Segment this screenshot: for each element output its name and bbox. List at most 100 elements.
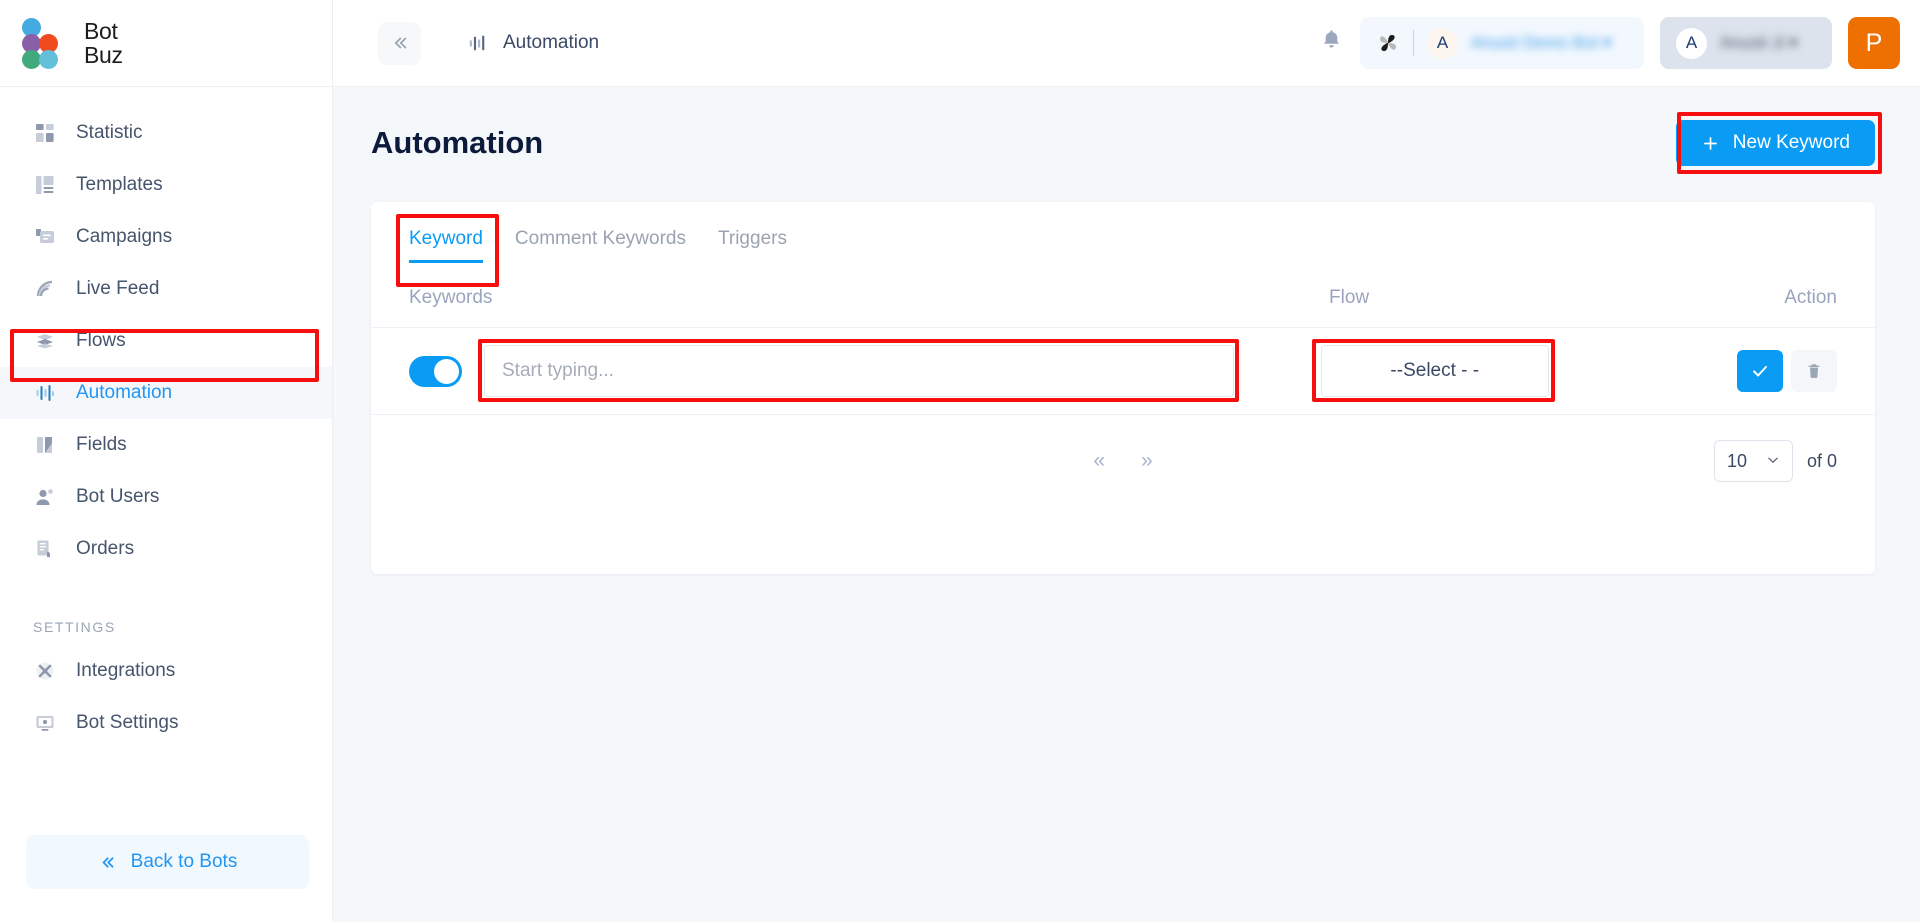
top-bar: Bot Buz Automation A Anusti Demo Bot ▾ A… bbox=[0, 0, 1920, 87]
sidebar-section-label: SETTINGS bbox=[33, 619, 116, 635]
flow-select[interactable]: --Select - - bbox=[1320, 345, 1549, 397]
sidebar-item-automation[interactable]: Automation bbox=[0, 367, 332, 419]
user-menu[interactable]: A Anusti Ji ▾ bbox=[1660, 17, 1832, 69]
notifications-button[interactable] bbox=[1319, 28, 1344, 58]
template-icon bbox=[33, 173, 57, 197]
tab-label: Triggers bbox=[717, 228, 787, 249]
sidebar-item-bot-settings[interactable]: Bot Settings bbox=[0, 697, 332, 749]
bell-icon bbox=[1324, 30, 1339, 48]
sidebar-item-flows[interactable]: Flows bbox=[0, 315, 332, 367]
delete-keyword-button[interactable] bbox=[1791, 350, 1837, 392]
tab-triggers[interactable]: Triggers bbox=[718, 228, 787, 263]
page-count-label: of 0 bbox=[1806, 450, 1837, 471]
prev-page-button[interactable]: « bbox=[1093, 449, 1105, 473]
monitor-settings-icon bbox=[33, 711, 57, 735]
sidebar-collapse-button[interactable] bbox=[378, 21, 421, 65]
column-header-flow: Flow bbox=[1329, 287, 1370, 308]
brand-name: Bot Buz bbox=[84, 19, 123, 67]
sidebar-item-fields[interactable]: Fields bbox=[0, 419, 332, 471]
megaphone-chat-icon bbox=[33, 225, 57, 249]
main-content: Automation New Keyword Keyword Comment K… bbox=[333, 87, 1920, 922]
table-footer: « » 10 of 0 bbox=[371, 415, 1875, 507]
column-header-action: Action bbox=[1784, 287, 1837, 308]
keyword-input[interactable] bbox=[484, 345, 1234, 397]
sidebar-item-statistic[interactable]: Statistic bbox=[0, 107, 332, 159]
tab-bar: Keyword Comment Keywords Triggers bbox=[371, 202, 1875, 287]
sidebar-item-label: Statistic bbox=[76, 122, 143, 143]
sidebar: Statistic Templates Campaigns Live Feed … bbox=[0, 87, 333, 922]
page-size-select[interactable]: 10 bbox=[1713, 440, 1793, 482]
sidebar-item-label: Campaigns bbox=[76, 226, 173, 247]
brand-line-1: Bot bbox=[84, 18, 118, 44]
chevron-down-icon bbox=[1766, 453, 1780, 470]
flow-cell: --Select - - bbox=[1311, 339, 1737, 402]
rss-feed-icon bbox=[33, 277, 57, 301]
pinwheel-icon bbox=[1380, 35, 1396, 51]
sidebar-item-label: Bot Users bbox=[76, 486, 160, 507]
bot-avatar: A bbox=[1427, 27, 1458, 59]
check-icon bbox=[1753, 365, 1767, 377]
double-chevron-left-icon bbox=[101, 856, 114, 868]
back-to-bots-button[interactable]: Back to Bots bbox=[26, 835, 309, 889]
breadcrumb: Automation bbox=[467, 32, 599, 54]
sidebar-item-live-feed[interactable]: Live Feed bbox=[0, 263, 332, 315]
bot-selector[interactable]: A Anusti Demo Bot ▾ bbox=[1360, 17, 1644, 69]
brand-logo[interactable]: Bot Buz bbox=[0, 0, 333, 87]
trash-icon bbox=[1808, 364, 1820, 378]
grid-squares-icon bbox=[33, 121, 57, 145]
orders-receipt-icon bbox=[33, 537, 57, 561]
sidebar-item-orders[interactable]: Orders bbox=[0, 523, 332, 575]
user-avatar: A bbox=[1676, 27, 1707, 59]
flow-select-value: --Select - - bbox=[1390, 360, 1480, 381]
back-to-bots-label: Back to Bots bbox=[130, 851, 238, 872]
column-header-keywords: Keywords bbox=[409, 287, 493, 308]
sidebar-item-label: Orders bbox=[76, 538, 135, 559]
automation-bars-icon bbox=[469, 35, 485, 51]
brand-line-2: Buz bbox=[84, 42, 123, 68]
sidebar-item-templates[interactable]: Templates bbox=[0, 159, 332, 211]
sidebar-item-label: Bot Settings bbox=[76, 712, 179, 733]
botbuz-dots-icon bbox=[22, 18, 74, 69]
new-keyword-button[interactable]: New Keyword bbox=[1675, 120, 1875, 166]
tab-keyword[interactable]: Keyword bbox=[409, 228, 483, 263]
page-header: Automation New Keyword bbox=[371, 112, 1882, 174]
breadcrumb-label: Automation bbox=[503, 32, 600, 53]
puzzle-integration-icon bbox=[33, 659, 57, 683]
page-title: Automation bbox=[371, 125, 544, 160]
tab-label: Comment Keywords bbox=[514, 228, 686, 249]
sidebar-item-bot-users[interactable]: Bot Users bbox=[0, 471, 332, 523]
sidebar-item-label: Automation bbox=[76, 382, 173, 403]
sidebar-item-label: Templates bbox=[76, 174, 163, 195]
table-header: Keywords Flow Action bbox=[371, 263, 1875, 328]
sidebar-nav: Statistic Templates Campaigns Live Feed … bbox=[0, 87, 332, 575]
tab-label: Keyword bbox=[409, 228, 483, 249]
confirm-keyword-button[interactable] bbox=[1737, 350, 1783, 392]
sidebar-item-campaigns[interactable]: Campaigns bbox=[0, 211, 332, 263]
keyword-enabled-toggle[interactable] bbox=[409, 355, 462, 387]
double-chevron-left-icon bbox=[394, 37, 406, 49]
flows-layers-icon bbox=[33, 329, 57, 353]
table-row: --Select - - bbox=[371, 328, 1875, 415]
top-bar-right: A Anusti Demo Bot ▾ A Anusti Ji ▾ P bbox=[1319, 17, 1920, 69]
plus-icon bbox=[1703, 136, 1717, 150]
sidebar-item-label: Flows bbox=[76, 330, 126, 351]
fields-book-icon bbox=[33, 433, 57, 457]
sidebar-item-label: Integrations bbox=[76, 660, 176, 681]
automation-card: Keyword Comment Keywords Triggers Keywor… bbox=[371, 202, 1875, 574]
automation-bars-icon bbox=[33, 381, 57, 405]
next-page-button[interactable]: » bbox=[1141, 449, 1153, 473]
users-icon bbox=[33, 485, 57, 509]
new-keyword-label: New Keyword bbox=[1732, 132, 1850, 153]
bot-name: Anusti Demo Bot ▾ bbox=[1471, 33, 1612, 52]
sidebar-item-label: Live Feed bbox=[76, 278, 160, 299]
user-name: Anusti Ji ▾ bbox=[1720, 33, 1798, 52]
pagination: « » bbox=[1093, 449, 1152, 473]
sidebar-item-integrations[interactable]: Integrations bbox=[0, 645, 332, 697]
row-actions bbox=[1737, 350, 1837, 392]
divider bbox=[1413, 30, 1414, 56]
profile-badge[interactable]: P bbox=[1848, 17, 1900, 69]
page-size-value: 10 bbox=[1726, 450, 1747, 471]
tab-comment-keywords[interactable]: Comment Keywords bbox=[515, 228, 686, 263]
sidebar-item-label: Fields bbox=[76, 434, 127, 455]
page-size-area: 10 of 0 bbox=[1713, 440, 1837, 482]
